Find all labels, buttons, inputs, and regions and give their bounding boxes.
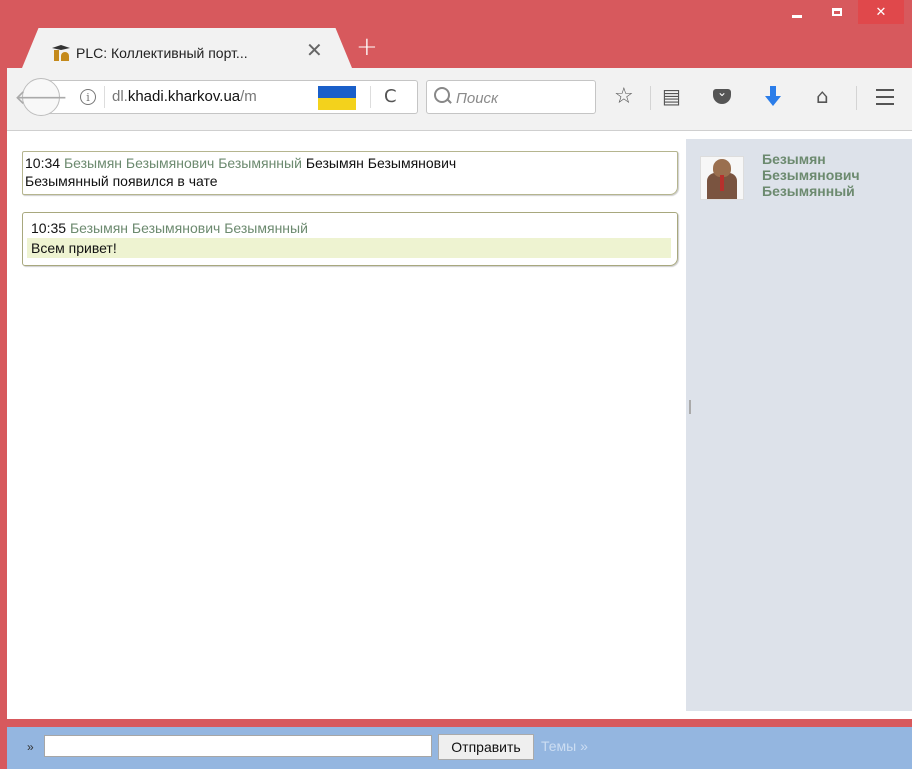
url-divider	[104, 86, 105, 108]
toolbar-divider	[650, 86, 651, 110]
message-author[interactable]: Безымян Безымянович Безымянный	[70, 220, 308, 236]
info-icon[interactable]: i	[80, 89, 96, 105]
message-time: 10:34	[25, 155, 61, 171]
home-icon[interactable]: ⌂	[816, 84, 829, 108]
close-icon: ✕	[875, 4, 887, 20]
minimize-button[interactable]	[780, 0, 814, 24]
close-window-button[interactable]: ✕	[858, 0, 904, 24]
message-text: Безымянный появился в чате	[25, 173, 218, 189]
message-text: Всем привет!	[27, 238, 671, 258]
search-input[interactable]	[454, 86, 594, 110]
chat-message: 10:35 Безымян Безымянович Безымянный Все…	[22, 212, 678, 266]
send-button[interactable]: Отправить	[438, 734, 534, 760]
reload-icon[interactable]: C	[384, 86, 397, 107]
avatar[interactable]	[700, 156, 744, 200]
clipboard-icon[interactable]: ▤	[662, 84, 681, 108]
new-tab-button[interactable]: +	[356, 32, 378, 62]
message-text: Безымян Безымянович	[305, 155, 457, 171]
message-author[interactable]: Безымян Безымянович Безымянный	[64, 155, 302, 171]
download-icon[interactable]	[765, 86, 781, 108]
url-text[interactable]: dl.khadi.kharkov.ua/m	[112, 88, 257, 105]
maximize-button[interactable]	[820, 0, 854, 24]
tab-close-icon[interactable]: ✕	[306, 38, 323, 62]
toolbar-divider	[856, 86, 857, 110]
user-name[interactable]: Безымян Безымянович Безымянный	[762, 151, 902, 199]
prompt-marker: »	[27, 740, 34, 754]
users-sidebar	[686, 139, 912, 711]
hamburger-icon[interactable]	[876, 89, 894, 110]
back-button[interactable]: 🡐	[14, 78, 68, 116]
resize-handle[interactable]	[689, 400, 691, 414]
arrow-left-icon: 🡐	[14, 85, 68, 109]
message-input[interactable]	[44, 735, 432, 757]
search-icon	[434, 87, 450, 103]
tab-title: PLC: Коллективный порт...	[76, 45, 248, 61]
message-header: 10:35 Безымян Безымянович Безымянный	[23, 213, 677, 237]
ukraine-flag-icon[interactable]	[318, 86, 356, 110]
system-message: 10:34 Безымян Безымянович Безымянный Без…	[22, 151, 678, 195]
tab-content: PLC: Коллективный порт...	[52, 40, 332, 66]
star-icon[interactable]: ☆	[614, 84, 634, 109]
message-time: 10:35	[31, 220, 67, 236]
topics-link[interactable]: Темы »	[541, 738, 588, 754]
url-divider	[370, 86, 371, 108]
maximize-icon	[832, 8, 842, 16]
minimize-icon	[792, 14, 802, 18]
favicon-icon	[52, 45, 70, 61]
